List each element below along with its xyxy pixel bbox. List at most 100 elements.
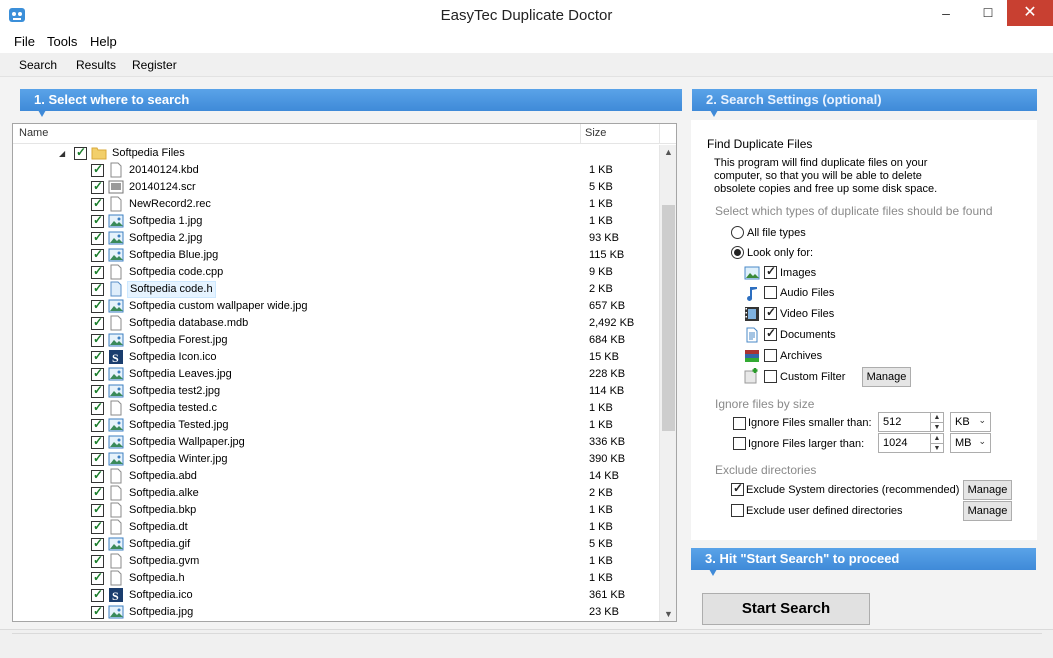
- look-only-radio[interactable]: [731, 246, 744, 259]
- minimize-button[interactable]: –: [931, 0, 961, 26]
- ignore-smaller-label[interactable]: Ignore Files smaller than:: [748, 417, 872, 429]
- file-checkbox[interactable]: [91, 349, 104, 364]
- file-row[interactable]: Softpedia Forest.jpg 684 KB: [13, 332, 660, 349]
- file-row[interactable]: Softpedia.dt 1 KB: [13, 519, 660, 536]
- file-row[interactable]: S Softpedia Icon.ico 15 KB: [13, 349, 660, 366]
- video-label[interactable]: Video Files: [780, 308, 834, 320]
- exclude-user-manage-button[interactable]: Manage: [963, 501, 1012, 521]
- file-checkbox[interactable]: [91, 434, 104, 449]
- column-size-header[interactable]: Size: [585, 127, 606, 139]
- file-row[interactable]: Softpedia.alke 2 KB: [13, 485, 660, 502]
- audio-label[interactable]: Audio Files: [780, 287, 834, 299]
- column-separator[interactable]: [659, 124, 660, 144]
- toolbar-register-button[interactable]: Register: [132, 58, 177, 72]
- menu-tools[interactable]: Tools: [47, 34, 77, 49]
- file-checkbox[interactable]: [91, 213, 104, 228]
- scroll-up-icon[interactable]: ▲: [660, 147, 677, 157]
- file-row[interactable]: Softpedia.gif 5 KB: [13, 536, 660, 553]
- file-checkbox[interactable]: [91, 179, 104, 194]
- file-row[interactable]: Softpedia Winter.jpg 390 KB: [13, 451, 660, 468]
- tree-root-row[interactable]: ◢ Softpedia Files: [13, 145, 660, 162]
- documents-checkbox[interactable]: [764, 326, 777, 341]
- file-checkbox[interactable]: [91, 468, 104, 483]
- file-checkbox[interactable]: [91, 281, 104, 296]
- video-checkbox[interactable]: [764, 305, 777, 320]
- file-checkbox[interactable]: [91, 485, 104, 500]
- custom-filter-manage-button[interactable]: Manage: [862, 367, 911, 387]
- scroll-down-icon[interactable]: ▼: [660, 609, 677, 619]
- archives-checkbox[interactable]: [764, 349, 777, 362]
- file-row[interactable]: Softpedia.h 1 KB: [13, 570, 660, 587]
- file-row[interactable]: Softpedia Blue.jpg 115 KB: [13, 247, 660, 264]
- archives-label[interactable]: Archives: [780, 350, 822, 362]
- root-checkbox[interactable]: [74, 145, 87, 160]
- stepper-up-icon[interactable]: ▲: [930, 413, 943, 422]
- file-checkbox[interactable]: [91, 383, 104, 398]
- audio-checkbox[interactable]: [764, 286, 777, 299]
- file-row[interactable]: Softpedia 1.jpg 1 KB: [13, 213, 660, 230]
- file-row[interactable]: Softpedia Leaves.jpg 228 KB: [13, 366, 660, 383]
- scroll-thumb[interactable]: [662, 205, 675, 431]
- exclude-system-manage-button[interactable]: Manage: [963, 480, 1012, 500]
- smaller-size-stepper[interactable]: 512 ▲ ▼: [878, 412, 944, 432]
- file-row[interactable]: Softpedia.bkp 1 KB: [13, 502, 660, 519]
- documents-label[interactable]: Documents: [780, 329, 836, 341]
- file-row[interactable]: Softpedia.jpg 23 KB: [13, 604, 660, 621]
- exclude-system-label[interactable]: Exclude System directories (recommended): [746, 484, 959, 496]
- ignore-larger-label[interactable]: Ignore Files larger than:: [748, 438, 864, 450]
- file-checkbox[interactable]: [91, 604, 104, 619]
- larger-size-stepper[interactable]: 1024 ▲ ▼: [878, 433, 944, 453]
- file-checkbox[interactable]: [91, 553, 104, 568]
- file-checkbox[interactable]: [91, 196, 104, 211]
- menu-help[interactable]: Help: [90, 34, 117, 49]
- file-checkbox[interactable]: [91, 587, 104, 602]
- file-checkbox[interactable]: [91, 519, 104, 534]
- all-file-types-label[interactable]: All file types: [747, 227, 806, 239]
- close-button[interactable]: ✕: [1007, 0, 1053, 26]
- file-row[interactable]: Softpedia.gvm 1 KB: [13, 553, 660, 570]
- file-row[interactable]: Softpedia.abd 14 KB: [13, 468, 660, 485]
- exclude-user-checkbox[interactable]: [731, 504, 744, 517]
- file-row[interactable]: S Softpedia.ico 361 KB: [13, 587, 660, 604]
- file-row[interactable]: NewRecord2.rec 1 KB: [13, 196, 660, 213]
- maximize-button[interactable]: ☐: [973, 0, 1003, 26]
- tree-scrollbar[interactable]: ▲ ▼: [659, 145, 676, 621]
- file-checkbox[interactable]: [91, 298, 104, 313]
- file-row[interactable]: Softpedia code.h 2 KB: [13, 281, 660, 298]
- file-checkbox[interactable]: [91, 162, 104, 177]
- file-row[interactable]: 20140124.scr 5 KB: [13, 179, 660, 196]
- exclude-user-label[interactable]: Exclude user defined directories: [746, 505, 903, 517]
- file-checkbox[interactable]: [91, 417, 104, 432]
- images-label[interactable]: Images: [780, 267, 816, 279]
- ignore-smaller-checkbox[interactable]: [733, 417, 746, 430]
- smaller-unit-select[interactable]: KB ⌄: [950, 412, 991, 432]
- file-checkbox[interactable]: [91, 230, 104, 245]
- file-row[interactable]: Softpedia Wallpaper.jpg 336 KB: [13, 434, 660, 451]
- toolbar-results-button[interactable]: Results: [76, 58, 116, 72]
- stepper-down-icon[interactable]: ▼: [930, 443, 943, 452]
- file-row[interactable]: 20140124.kbd 1 KB: [13, 162, 660, 179]
- images-checkbox[interactable]: [764, 264, 777, 279]
- ignore-larger-checkbox[interactable]: [733, 437, 746, 450]
- file-row[interactable]: Softpedia Tested.jpg 1 KB: [13, 417, 660, 434]
- file-checkbox[interactable]: [91, 366, 104, 381]
- file-checkbox[interactable]: [91, 247, 104, 262]
- file-row[interactable]: Softpedia code.cpp 9 KB: [13, 264, 660, 281]
- larger-unit-select[interactable]: MB ⌄: [950, 433, 991, 453]
- column-name-header[interactable]: Name: [19, 127, 48, 139]
- custom-filter-checkbox[interactable]: [764, 370, 777, 383]
- file-row[interactable]: Softpedia 2.jpg 93 KB: [13, 230, 660, 247]
- file-checkbox[interactable]: [91, 502, 104, 517]
- all-file-types-radio[interactable]: [731, 226, 744, 239]
- file-checkbox[interactable]: [91, 570, 104, 585]
- file-checkbox[interactable]: [91, 536, 104, 551]
- stepper-up-icon[interactable]: ▲: [930, 434, 943, 443]
- toolbar-search-button[interactable]: Search: [19, 58, 57, 72]
- file-row[interactable]: Softpedia test2.jpg 114 KB: [13, 383, 660, 400]
- file-tree[interactable]: Name Size ◢ Softpedia Files 20140124.kbd…: [12, 123, 677, 622]
- file-checkbox[interactable]: [91, 400, 104, 415]
- file-checkbox[interactable]: [91, 264, 104, 279]
- file-row[interactable]: Softpedia custom wallpaper wide.jpg 657 K…: [13, 298, 660, 315]
- file-checkbox[interactable]: [91, 451, 104, 466]
- menu-file[interactable]: File: [14, 34, 35, 49]
